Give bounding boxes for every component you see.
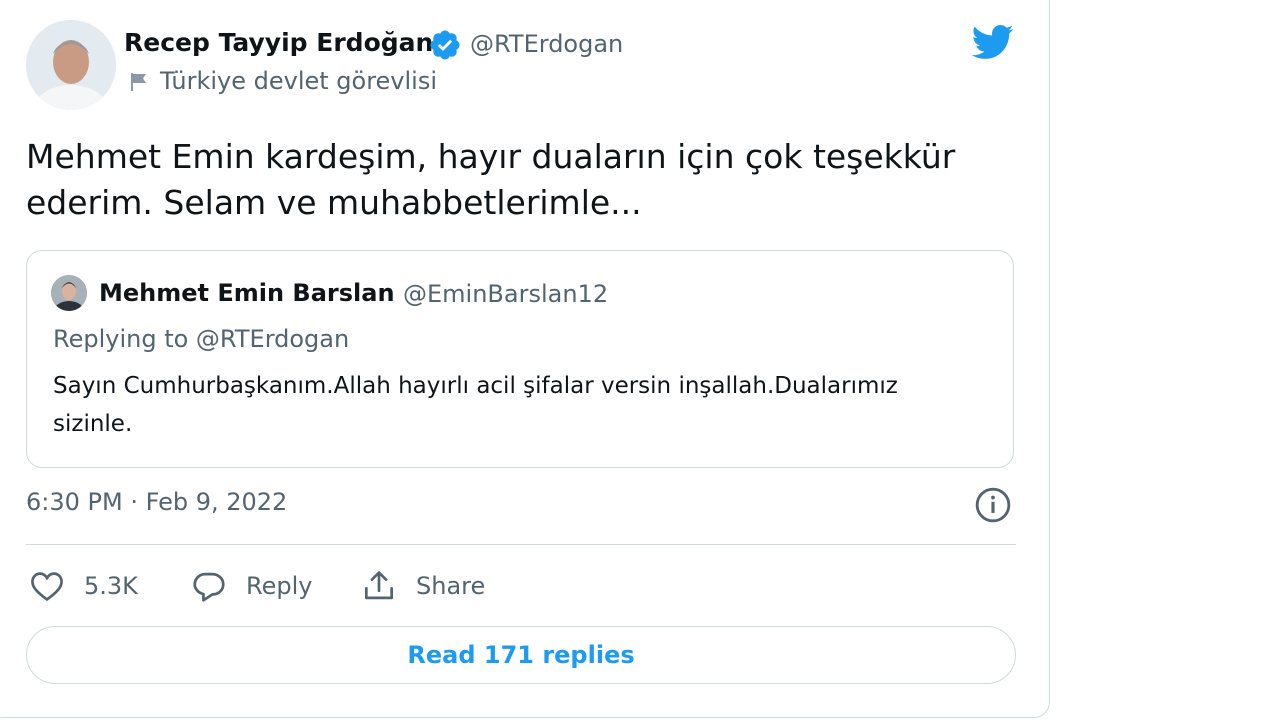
reply-label: Reply <box>246 572 313 600</box>
tweet-timestamp[interactable]: 6:30 PM · Feb 9, 2022 <box>26 488 287 516</box>
replying-to-text: Replying to @RTErdogan <box>53 325 350 353</box>
divider <box>26 544 1016 545</box>
verified-badge-icon <box>430 30 460 60</box>
twitter-logo-icon[interactable] <box>966 20 1018 64</box>
author-handle[interactable]: @RTErdogan <box>470 30 623 58</box>
like-count: 5.3K <box>84 572 138 600</box>
like-button[interactable]: 5.3K <box>28 566 138 606</box>
share-label: Share <box>416 572 486 600</box>
quoted-author-handle[interactable]: @EminBarslan12 <box>403 280 608 308</box>
reply-button[interactable]: Reply <box>190 566 312 606</box>
quoted-tweet-text: Sayın Cumhurbaşkanım.Allah hayırlı acil … <box>53 373 898 437</box>
account-label: Türkiye devlet görevlisi <box>160 67 438 95</box>
share-button[interactable]: Share <box>360 566 485 606</box>
flag-icon <box>131 73 146 91</box>
tweet-text: Mehmet Emin kardeşim, hayır duaların içi… <box>26 137 956 222</box>
reply-bubble-icon <box>193 572 225 602</box>
share-icon <box>364 571 394 600</box>
author-name[interactable]: Recep Tayyip Erdoğan <box>124 28 433 57</box>
read-replies-button[interactable]: Read 171 replies <box>26 626 1016 684</box>
info-icon[interactable] <box>974 486 1012 524</box>
quoted-author-avatar[interactable] <box>51 275 87 311</box>
quoted-tweet[interactable]: Mehmet Emin Barslan @EminBarslan12 Reply… <box>26 250 1014 468</box>
quoted-author-name[interactable]: Mehmet Emin Barslan <box>99 279 395 307</box>
author-avatar[interactable] <box>26 20 116 110</box>
heart-icon <box>31 572 63 602</box>
